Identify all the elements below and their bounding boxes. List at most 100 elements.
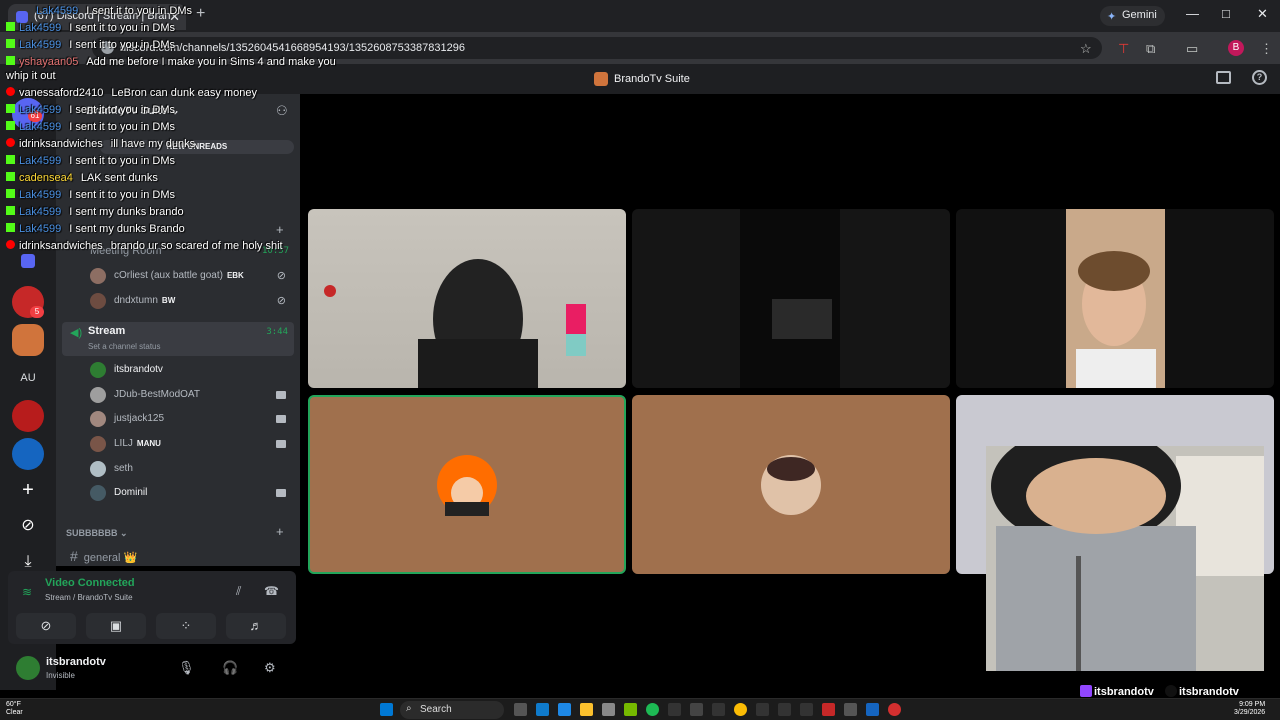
voice-member[interactable]: seth [90,458,290,480]
member-name: Dominil [114,487,148,498]
member-name: justjack125 [114,413,165,424]
channel-status[interactable]: Set a channel status [88,342,161,351]
app-icon[interactable] [888,703,901,716]
minimize-button[interactable]: — [1186,6,1199,21]
server-icon-brandotv[interactable] [12,324,44,356]
extensions-puzzle-icon[interactable]: ⧉ [1146,41,1155,57]
browser-menu-icon[interactable]: ⋮ [1260,41,1273,57]
edge-icon[interactable] [536,703,549,716]
nvidia-icon[interactable] [624,703,637,716]
cast-icon[interactable]: ▭ [1186,41,1198,57]
voice-connected-panel: ≋ Video Connected Stream / BrandoTv Suit… [8,571,296,644]
chat-line: Lak4599 I sent it to you in DMs [6,155,175,167]
chat-line: yshayaan05 Add me before I make you in Si… [6,56,336,68]
voice-location[interactable]: Stream / BrandoTv Suite [45,593,133,602]
inbox-icon[interactable] [1216,71,1231,84]
task-view-icon[interactable] [514,703,527,716]
user-status: Invisible [46,671,75,680]
app-icon[interactable] [800,703,813,716]
voice-member[interactable]: cOrliest (aux battle goat) EBK ⊘ [90,265,290,287]
chrome-icon[interactable] [734,703,747,716]
voice-member[interactable]: JDub-BestModOAT [90,384,290,406]
voice-member[interactable]: LILJ MANU [90,433,290,455]
youtube-icon [6,87,15,96]
channel-time: 3:44 [266,327,288,337]
camera-toggle-button[interactable]: ⊘ [16,613,76,639]
channel-general[interactable]: # general 👑 [70,548,137,564]
edge-dev-icon[interactable] [558,703,571,716]
category-subbbbbb[interactable]: SUBBBBBB ⌄ [66,528,128,539]
extension-icon[interactable]: ⊤ [1118,41,1129,57]
microphone-icon[interactable]: 🎙 [178,660,195,676]
file-explorer-icon[interactable] [580,703,593,716]
add-server-icon[interactable]: + [12,474,44,506]
spotify-icon[interactable] [646,703,659,716]
server-au[interactable]: AU [12,362,44,394]
gemini-button[interactable]: ✦ Gemini [1100,6,1165,26]
app-icon[interactable] [712,703,725,716]
steam-icon[interactable] [690,703,703,716]
avatar[interactable] [16,656,40,680]
settings-gear-icon[interactable]: ⚙ [264,660,276,676]
invite-icon[interactable]: ⚇ [276,103,288,119]
voice-member[interactable]: justjack125 [90,408,290,430]
screen-share-button[interactable]: ▣ [86,613,146,639]
start-icon[interactable] [380,703,393,716]
app-icon[interactable] [668,703,681,716]
gemini-sparkle-icon: ✦ [1107,11,1117,23]
avatar [90,387,106,403]
disconnect-icon[interactable]: ☎ [264,584,279,598]
explore-icon[interactable]: ⊘ [12,510,44,542]
server-icon-3[interactable] [12,400,44,432]
headphones-icon[interactable]: 🎧 [222,660,238,676]
browser-tab-bar: (67) Discord | Stream | Bran ✕ + ✦ Gemin… [0,0,1280,32]
video-tile[interactable] [956,209,1274,388]
store-icon[interactable] [602,703,615,716]
signal-icon[interactable]: ≋ [22,585,32,599]
app-icon[interactable] [778,703,791,716]
close-window-button[interactable]: ✕ [1257,6,1268,22]
voice-member[interactable]: dndxtumn BW ⊘ [90,290,290,312]
voice-member[interactable]: Dominil [90,482,290,504]
maximize-button[interactable]: □ [1222,6,1230,21]
video-tile[interactable] [632,395,950,574]
kick-icon [6,104,15,113]
noise-suppression-icon[interactable]: ⫽ [236,584,241,599]
channel-name: Stream [88,325,126,337]
youtube-icon [6,240,15,249]
taskbar-clock[interactable]: 9:09 PM 3/29/2026 [1234,701,1265,717]
chat-line: Lak4599 I sent it to you in DMs [6,104,175,116]
new-tab-button[interactable]: + [196,5,205,23]
add-channel-icon[interactable]: + [276,524,284,539]
video-tile-speaking[interactable] [308,395,626,574]
video-tile[interactable] [632,209,950,388]
weather-widget[interactable]: 60°F Clear [6,701,23,717]
voice-member[interactable]: itsbrandotv [90,359,290,381]
add-channel-icon[interactable]: + [276,222,284,237]
app-icon[interactable] [866,703,879,716]
avatar [90,293,106,309]
stream-voice-channel[interactable]: ◀) Stream Set a channel status 3:44 [62,322,294,356]
video-tile[interactable] [308,209,626,388]
camera-icon [276,391,286,399]
app-icon[interactable] [756,703,769,716]
soundboard-button[interactable]: ♬ [226,613,286,639]
app-icon[interactable] [844,703,857,716]
youtube-icon [6,138,15,147]
bookmark-star-icon[interactable]: ☆ [1080,41,1092,57]
username[interactable]: itsbrandotv [46,656,106,668]
voice-status[interactable]: Video Connected [45,577,135,589]
server-icon-meat-boys[interactable] [12,438,44,470]
kick-icon [6,56,15,65]
profile-avatar[interactable]: B [1228,40,1244,56]
video-feed-2 [740,209,840,388]
server-icon [594,72,608,86]
muted-icon: ⊘ [276,270,286,282]
folder-icon[interactable] [21,254,35,268]
camera-icon [276,489,286,497]
taskbar-search[interactable]: ⌕ Search [400,701,504,719]
member-name: itsbrandotv [114,364,163,375]
help-icon[interactable]: ? [1252,70,1267,85]
activities-button[interactable]: ⁘ [156,613,216,639]
app-icon[interactable] [822,703,835,716]
